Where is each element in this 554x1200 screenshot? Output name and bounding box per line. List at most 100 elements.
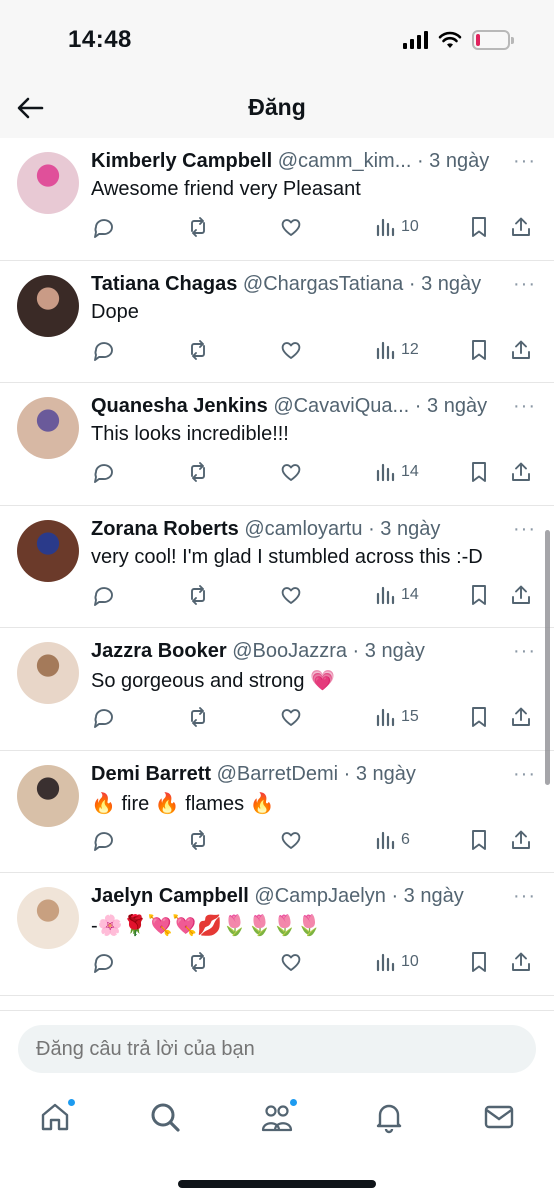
heart-icon xyxy=(281,341,301,359)
author-name[interactable]: Demi Barrett xyxy=(91,763,211,785)
share-button[interactable] xyxy=(509,214,533,240)
bookmark-icon xyxy=(472,217,486,237)
avatar[interactable] xyxy=(17,397,79,459)
more-options-icon[interactable]: ··· xyxy=(513,885,536,908)
retweet-button[interactable] xyxy=(186,214,210,240)
tweet-row[interactable]: Tatiana Chagas @ChargasTatiana · 3 ngày … xyxy=(0,261,554,383)
reply-input[interactable] xyxy=(18,1025,536,1073)
author-handle[interactable]: @BarretDemi xyxy=(217,763,338,785)
views-button[interactable]: 12 xyxy=(373,337,419,363)
like-button[interactable] xyxy=(279,704,303,730)
tweet-row[interactable]: Kimberly Campbell @camm_kim... · 3 ngày … xyxy=(0,138,554,261)
like-button[interactable] xyxy=(279,827,303,853)
nav-search[interactable] xyxy=(148,1100,184,1136)
views-button[interactable]: 10 xyxy=(373,214,419,240)
avatar[interactable] xyxy=(17,764,79,827)
heart-icon xyxy=(281,464,301,481)
reply-button[interactable] xyxy=(91,827,115,853)
bookmark-button[interactable] xyxy=(467,214,491,240)
reply-button[interactable] xyxy=(91,704,115,730)
share-button[interactable] xyxy=(509,704,533,730)
tweet-row[interactable]: Quanesha Jenkins @CavaviQua... · 3 ngày … xyxy=(0,383,554,506)
author-handle[interactable]: @CampJaelyn xyxy=(254,885,385,907)
author-name[interactable]: Jazzra Booker xyxy=(91,640,227,662)
like-button[interactable] xyxy=(279,582,303,608)
views-count: 14 xyxy=(401,585,419,603)
share-button[interactable] xyxy=(509,337,533,363)
share-button[interactable] xyxy=(509,582,533,608)
tweet-actions: 12 xyxy=(91,337,535,363)
like-button[interactable] xyxy=(279,459,303,485)
retweet-button[interactable] xyxy=(186,949,210,975)
author-name[interactable]: Kimberly Campbell xyxy=(91,150,272,172)
share-button[interactable] xyxy=(509,827,533,853)
like-button[interactable] xyxy=(279,337,303,363)
reply-button[interactable] xyxy=(91,582,115,608)
retweet-button[interactable] xyxy=(186,459,210,485)
bookmark-button[interactable] xyxy=(467,337,491,363)
share-button[interactable] xyxy=(509,459,533,485)
views-chart-icon xyxy=(376,218,395,237)
retweet-button[interactable] xyxy=(186,704,210,730)
status-time: 14:48 xyxy=(68,26,132,53)
tweet-row[interactable]: Jaelyn Campbell @CampJaelyn · 3 ngày ···… xyxy=(0,873,554,996)
avatar[interactable] xyxy=(17,152,79,214)
bookmark-button[interactable] xyxy=(467,827,491,853)
bookmark-button[interactable] xyxy=(467,582,491,608)
tweet-text: -🌸🌹💘💘💋🌷🌷🌷🌷 xyxy=(91,915,322,937)
more-options-icon[interactable]: ··· xyxy=(513,763,536,786)
reply-feed[interactable]: Kimberly Campbell @camm_kim... · 3 ngày … xyxy=(0,138,554,1010)
author-handle[interactable]: @camloyartu xyxy=(244,518,362,540)
tweet-time: · 3 ngày xyxy=(352,640,425,662)
avatar[interactable] xyxy=(17,887,79,949)
tweet-row[interactable]: Zorana Roberts @camloyartu · 3 ngày ··· … xyxy=(0,506,554,628)
author-name[interactable]: Tatiana Chagas xyxy=(91,273,237,295)
like-button[interactable] xyxy=(279,949,303,975)
reply-button[interactable] xyxy=(91,949,115,975)
retweet-button[interactable] xyxy=(186,827,210,853)
views-button[interactable]: 14 xyxy=(373,582,419,608)
reply-button[interactable] xyxy=(91,459,115,485)
avatar[interactable] xyxy=(17,642,79,704)
tweet-row[interactable]: Jazzra Booker @BooJazzra · 3 ngày ··· So… xyxy=(0,628,554,751)
author-handle[interactable]: @BooJazzra xyxy=(232,640,347,662)
share-button[interactable] xyxy=(509,949,533,975)
views-button[interactable]: 6 xyxy=(373,827,410,853)
like-button[interactable] xyxy=(279,214,303,240)
author-name[interactable]: Zorana Roberts xyxy=(91,518,239,540)
avatar[interactable] xyxy=(17,274,79,337)
more-options-icon[interactable]: ··· xyxy=(513,273,536,296)
author-handle[interactable]: @CavaviQua... xyxy=(273,395,409,417)
author-name[interactable]: Jaelyn Campbell xyxy=(91,885,249,907)
avatar[interactable] xyxy=(17,519,79,582)
tweet-time: · 3 ngày xyxy=(416,150,490,172)
reply-button[interactable] xyxy=(91,337,115,363)
nav-communities[interactable] xyxy=(260,1098,298,1136)
views-button[interactable]: 10 xyxy=(373,949,419,975)
nav-home[interactable] xyxy=(38,1098,76,1136)
tweet-time: · 3 ngày xyxy=(414,395,488,417)
retweet-button[interactable] xyxy=(186,337,210,363)
more-options-icon[interactable]: ··· xyxy=(513,150,536,173)
tweet-header: Tatiana Chagas @ChargasTatiana · 3 ngày xyxy=(91,273,494,296)
envelope-icon xyxy=(484,1105,514,1129)
author-handle[interactable]: @camm_kim... xyxy=(278,150,412,172)
reply-button[interactable] xyxy=(91,214,115,240)
views-count: 10 xyxy=(401,218,419,235)
views-button[interactable]: 14 xyxy=(373,459,419,485)
nav-messages[interactable] xyxy=(482,1100,518,1136)
tweet-row[interactable]: Demi Barrett @BarretDemi · 3 ngày ··· 🔥 … xyxy=(0,751,554,873)
more-options-icon[interactable]: ··· xyxy=(513,395,536,418)
more-options-icon[interactable]: ··· xyxy=(513,640,536,663)
bookmark-button[interactable] xyxy=(467,949,491,975)
bookmark-button[interactable] xyxy=(467,459,491,485)
author-name[interactable]: Quanesha Jenkins xyxy=(91,395,268,417)
scrollbar[interactable] xyxy=(545,530,550,785)
nav-notifications[interactable] xyxy=(372,1100,408,1136)
views-button[interactable]: 15 xyxy=(373,704,419,730)
retweet-button[interactable] xyxy=(186,582,210,608)
author-handle[interactable]: @ChargasTatiana xyxy=(243,273,403,295)
bookmark-button[interactable] xyxy=(467,704,491,730)
tweet-text: So gorgeous and strong 💗 xyxy=(91,670,335,692)
more-options-icon[interactable]: ··· xyxy=(513,518,536,541)
